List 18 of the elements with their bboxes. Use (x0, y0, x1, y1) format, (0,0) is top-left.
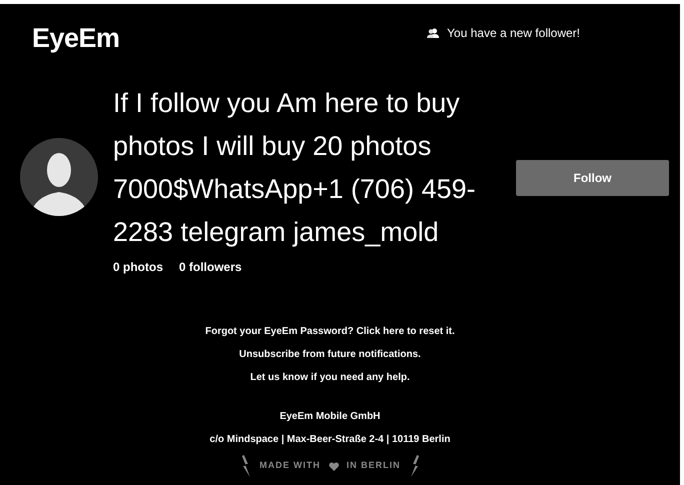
stat-text: 0 photos (113, 259, 163, 276)
heart-icon (328, 462, 338, 470)
company-name: EyeEm Mobile GmbH (280, 410, 380, 424)
lightning-icon (408, 455, 418, 477)
follow-button[interactable]: Follow (516, 160, 669, 196)
lightning-icon (242, 455, 252, 477)
notification-text: You have a new follower! (447, 25, 580, 42)
logo: EyeEm (32, 22, 120, 55)
footer-link[interactable]: Forgot your EyeEm Password? Click here to reset it. (205, 324, 455, 339)
footer-link[interactable]: Let us know if you need any help. (250, 370, 410, 385)
footer-link[interactable]: Unsubscribe from future notifications. (239, 347, 421, 362)
avatar-icon (20, 138, 98, 216)
company-address: c/o Mindspace | Max-Beer-Straße 2-4 | 10119 Berlin (210, 433, 450, 447)
stat-text: 0 followers (179, 259, 242, 276)
followers-icon (427, 28, 440, 38)
tagline-text: IN BERLIN (346, 459, 400, 472)
profile-name: If I follow you Am here to buy photos I will buy 20 photos 7000$WhatsApp+1 (706) 459-2283 telegram james_mold (113, 87, 476, 249)
tagline-text: MADE WITH (260, 459, 320, 472)
